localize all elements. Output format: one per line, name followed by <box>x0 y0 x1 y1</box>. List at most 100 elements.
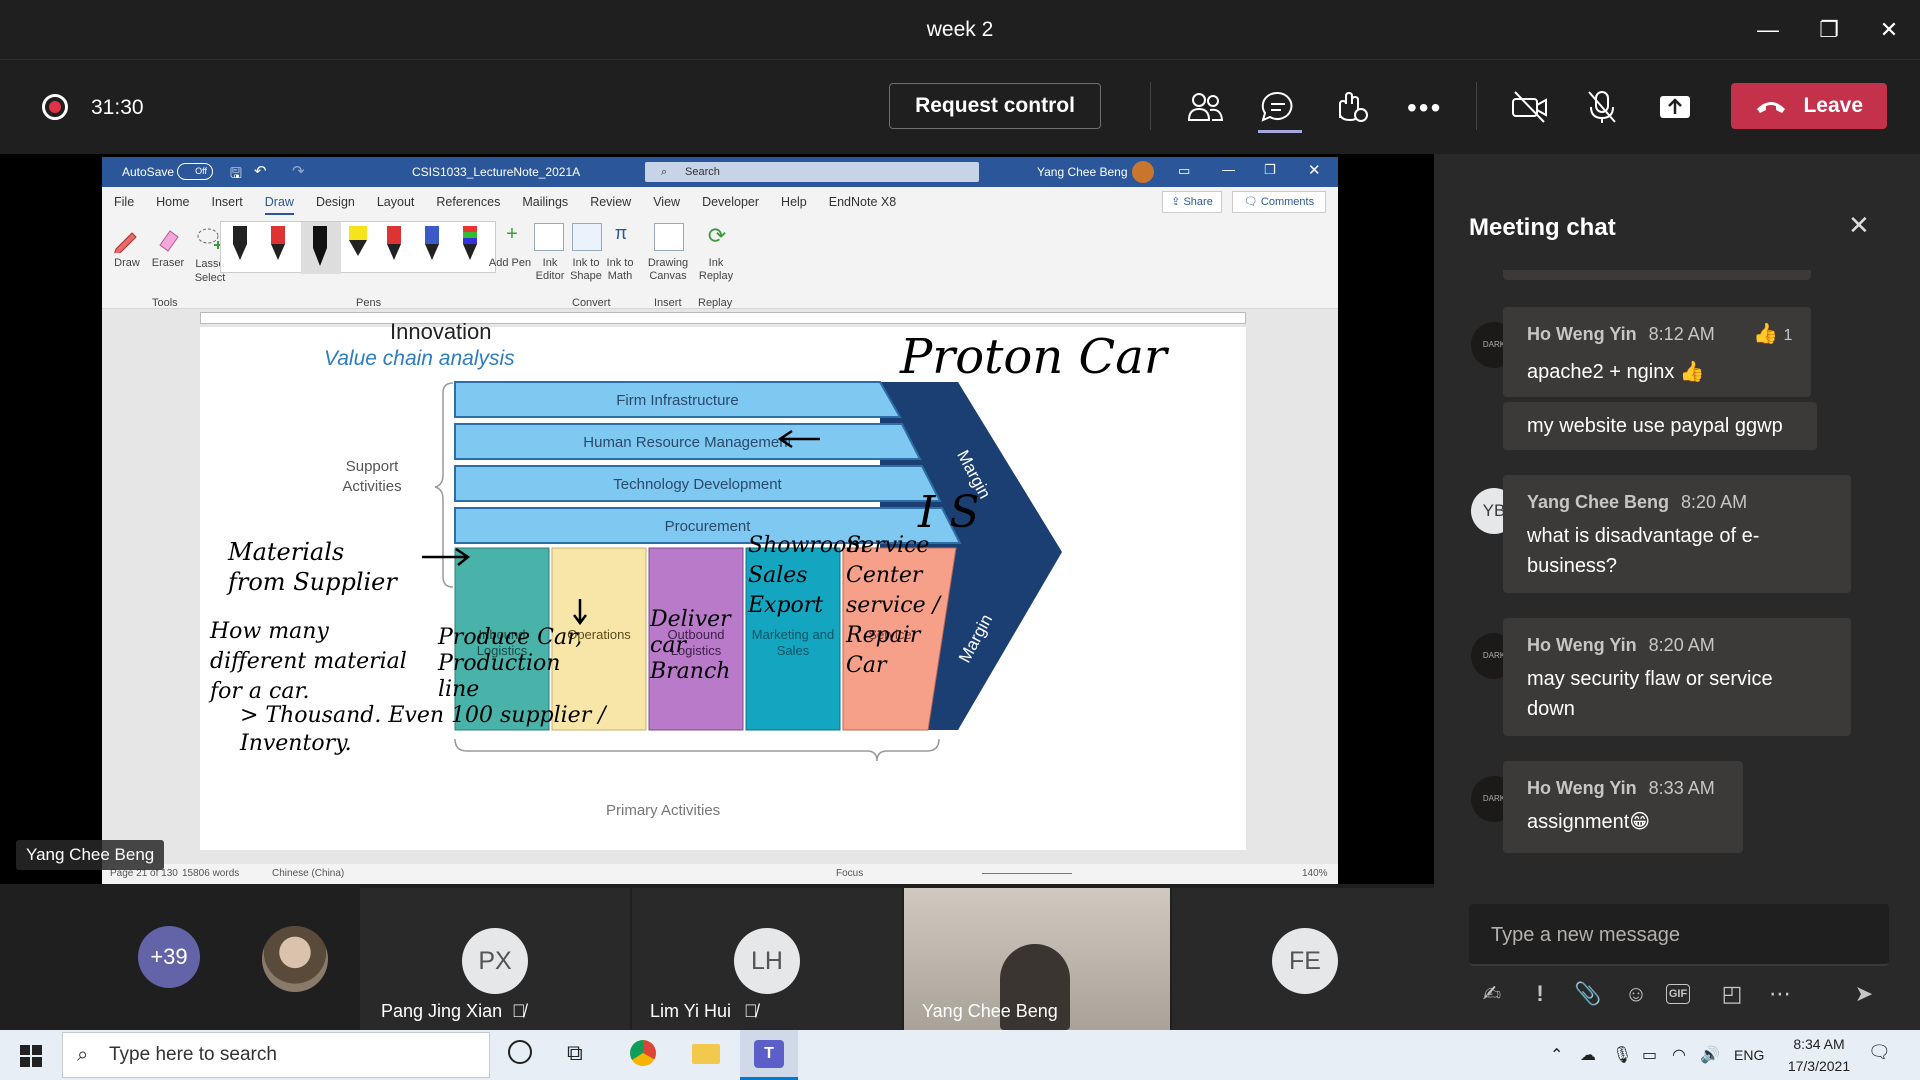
autosave-label: AutoSave <box>122 165 175 179</box>
attach-icon[interactable]: 📎 <box>1570 976 1606 1012</box>
reactions-icon[interactable] <box>1330 88 1370 126</box>
ribbon-tab-design[interactable]: Design <box>316 195 355 209</box>
onedrive-icon[interactable]: ☁ <box>1580 1045 1596 1065</box>
volume-icon[interactable]: 🔊 <box>1700 1045 1720 1065</box>
comments-button[interactable]: 🗨 Comments <box>1232 191 1326 213</box>
minimize-icon[interactable]: — <box>1750 14 1786 46</box>
participants-icon[interactable] <box>1185 88 1225 126</box>
ribbon-tab-endnote-x8[interactable]: EndNote X8 <box>829 195 896 209</box>
sticker-icon[interactable]: ◰ <box>1714 976 1750 1012</box>
maximize-icon[interactable]: ❐ <box>1811 14 1847 46</box>
taskbar-search-input[interactable]: ⌕ Type here to search <box>62 1032 490 1078</box>
ribbon-tab-mailings[interactable]: Mailings <box>522 195 568 209</box>
share-tray-icon[interactable] <box>1655 88 1695 126</box>
gif-icon[interactable]: GIF <box>1666 984 1690 1004</box>
chat-active-indicator <box>1258 130 1302 133</box>
participant-photo[interactable] <box>262 926 328 992</box>
draw-tool-icon[interactable] <box>112 225 140 256</box>
chat-close-icon[interactable]: ✕ <box>1848 210 1870 241</box>
ribbon-tab-insert[interactable]: Insert <box>212 195 243 209</box>
clock-date[interactable]: 17/3/2021 <box>1780 1058 1858 1074</box>
close-icon[interactable]: ✕ <box>1871 14 1907 46</box>
ruler-track <box>200 312 1246 324</box>
save-icon[interactable]: 🖫 <box>230 163 242 187</box>
word-search-input[interactable]: ⌕ Search <box>645 162 979 182</box>
teams-taskbar-button[interactable]: T <box>740 1030 798 1080</box>
focus-mode[interactable]: Focus <box>836 868 863 879</box>
request-control-button[interactable]: Request control <box>889 83 1101 129</box>
input-language[interactable]: ENG <box>1734 1047 1764 1063</box>
add-pen-icon[interactable]: + <box>492 223 532 246</box>
wifi-icon[interactable]: ◠ <box>1672 1045 1686 1065</box>
ink-to-math-icon[interactable]: π <box>606 223 636 251</box>
message-body: assignment😁 <box>1527 811 1651 833</box>
ribbon-tab-draw[interactable]: Draw <box>264 195 294 215</box>
word-status-bar: Page 21 of 130 15806 words Chinese (Chin… <box>102 864 1338 884</box>
zoom-slider[interactable] <box>982 873 1072 874</box>
format-icon[interactable]: ✍ <box>1474 976 1510 1012</box>
chat-message[interactable]: Yang Chee Beng 8:20 AM what is disadvanta… <box>1503 475 1851 593</box>
ink-to-shape-icon[interactable] <box>572 223 602 251</box>
message-body-line: business? <box>1527 555 1618 577</box>
ribbon-tab-layout[interactable]: Layout <box>377 195 415 209</box>
lasso-select-icon[interactable] <box>194 225 222 253</box>
drawing-canvas-icon[interactable] <box>654 223 684 251</box>
camera-off-icon[interactable] <box>1510 88 1550 126</box>
word-minimize-icon[interactable]: — <box>1222 162 1235 177</box>
ribbon-tab-review[interactable]: Review <box>590 195 631 209</box>
chat-icon[interactable] <box>1258 88 1298 126</box>
ribbon-tab-developer[interactable]: Developer <box>702 195 759 209</box>
chat-message[interactable]: Ho Weng Yin 8:12 AM 👍 1 apache2 + nginx 👍 <box>1503 307 1811 397</box>
cortana-icon[interactable] <box>508 1040 532 1064</box>
reaction-badge[interactable]: 👍 1 <box>1753 321 1792 346</box>
battery-icon[interactable]: ▭ <box>1642 1045 1657 1065</box>
tray-chevron-icon[interactable]: ⌃ <box>1550 1045 1563 1065</box>
chat-message[interactable]: Ho Weng Yin 8:33 AM assignment😁 <box>1503 761 1743 853</box>
emoji-icon[interactable]: ☺ <box>1618 976 1654 1012</box>
ribbon-tab-help[interactable]: Help <box>781 195 807 209</box>
clock-time[interactable]: 8:34 AM <box>1784 1036 1854 1052</box>
sender-name: Ho Weng Yin <box>1527 635 1637 655</box>
more-options-icon[interactable]: ⋯ <box>1762 976 1798 1012</box>
file-explorer-icon[interactable] <box>692 1044 720 1064</box>
participant-tile[interactable]: FE <box>1172 888 1434 1030</box>
participant-tile[interactable]: LH Lim Yi Hui 🎙̸ <box>632 888 902 1030</box>
ink-replay-icon[interactable]: ⟳ <box>702 223 732 251</box>
chrome-icon[interactable] <box>630 1040 656 1066</box>
notification-icon[interactable]: 🗨 <box>1868 1042 1891 1063</box>
chat-message[interactable]: my website use paypal ggwp <box>1503 402 1817 450</box>
send-icon[interactable]: ➤ <box>1846 976 1882 1012</box>
ribbon-tab-references[interactable]: References <box>436 195 500 209</box>
overflow-participants-button[interactable]: +39 <box>138 926 200 988</box>
participant-tile[interactable]: PX Pang Jing Xian 🎙̸ <box>360 888 630 1030</box>
important-icon[interactable]: ! <box>1522 976 1558 1012</box>
more-actions-icon[interactable]: ••• <box>1407 92 1442 124</box>
ribbon-tab-file[interactable]: File <box>114 195 134 209</box>
message-time: 8:12 AM <box>1648 324 1715 344</box>
ribbon-display-icon[interactable]: ▭ <box>1178 163 1190 179</box>
windows-start-icon[interactable] <box>20 1045 42 1067</box>
redo-icon[interactable]: ↷ <box>292 162 305 180</box>
zoom-level[interactable]: 140% <box>1302 868 1328 879</box>
chat-compose-input[interactable]: Type a new message <box>1469 904 1889 966</box>
autosave-toggle[interactable]: Off <box>177 163 213 180</box>
leave-button[interactable]: Leave <box>1731 83 1887 129</box>
undo-icon[interactable]: ↶ <box>254 162 267 180</box>
mic-off-icon[interactable] <box>1582 88 1622 126</box>
toolbar-divider <box>1150 82 1151 130</box>
word-close-icon[interactable]: ✕ <box>1308 161 1321 179</box>
sender-name: Ho Weng Yin <box>1527 324 1637 344</box>
task-view-icon[interactable]: ⧉ <box>567 1040 583 1066</box>
word-restore-icon[interactable]: ❐ <box>1264 162 1276 178</box>
share-button[interactable]: ⇪ Share <box>1162 191 1222 213</box>
participant-name: Yang Chee Beng <box>922 1001 1058 1021</box>
ribbon-tab-view[interactable]: View <box>653 195 680 209</box>
eraser-icon[interactable] <box>154 225 182 253</box>
ink-editor-icon[interactable] <box>534 223 564 251</box>
chat-message[interactable]: Ho Weng Yin 8:20 AM may security flaw or … <box>1503 618 1851 736</box>
participant-name: Pang Jing Xian <box>381 1001 503 1021</box>
microphone-tray-icon[interactable]: 🎙 <box>1612 1045 1632 1065</box>
user-avatar[interactable] <box>1132 161 1154 183</box>
participant-video-tile[interactable]: Yang Chee Beng <box>904 888 1170 1030</box>
ribbon-tab-home[interactable]: Home <box>156 195 189 209</box>
